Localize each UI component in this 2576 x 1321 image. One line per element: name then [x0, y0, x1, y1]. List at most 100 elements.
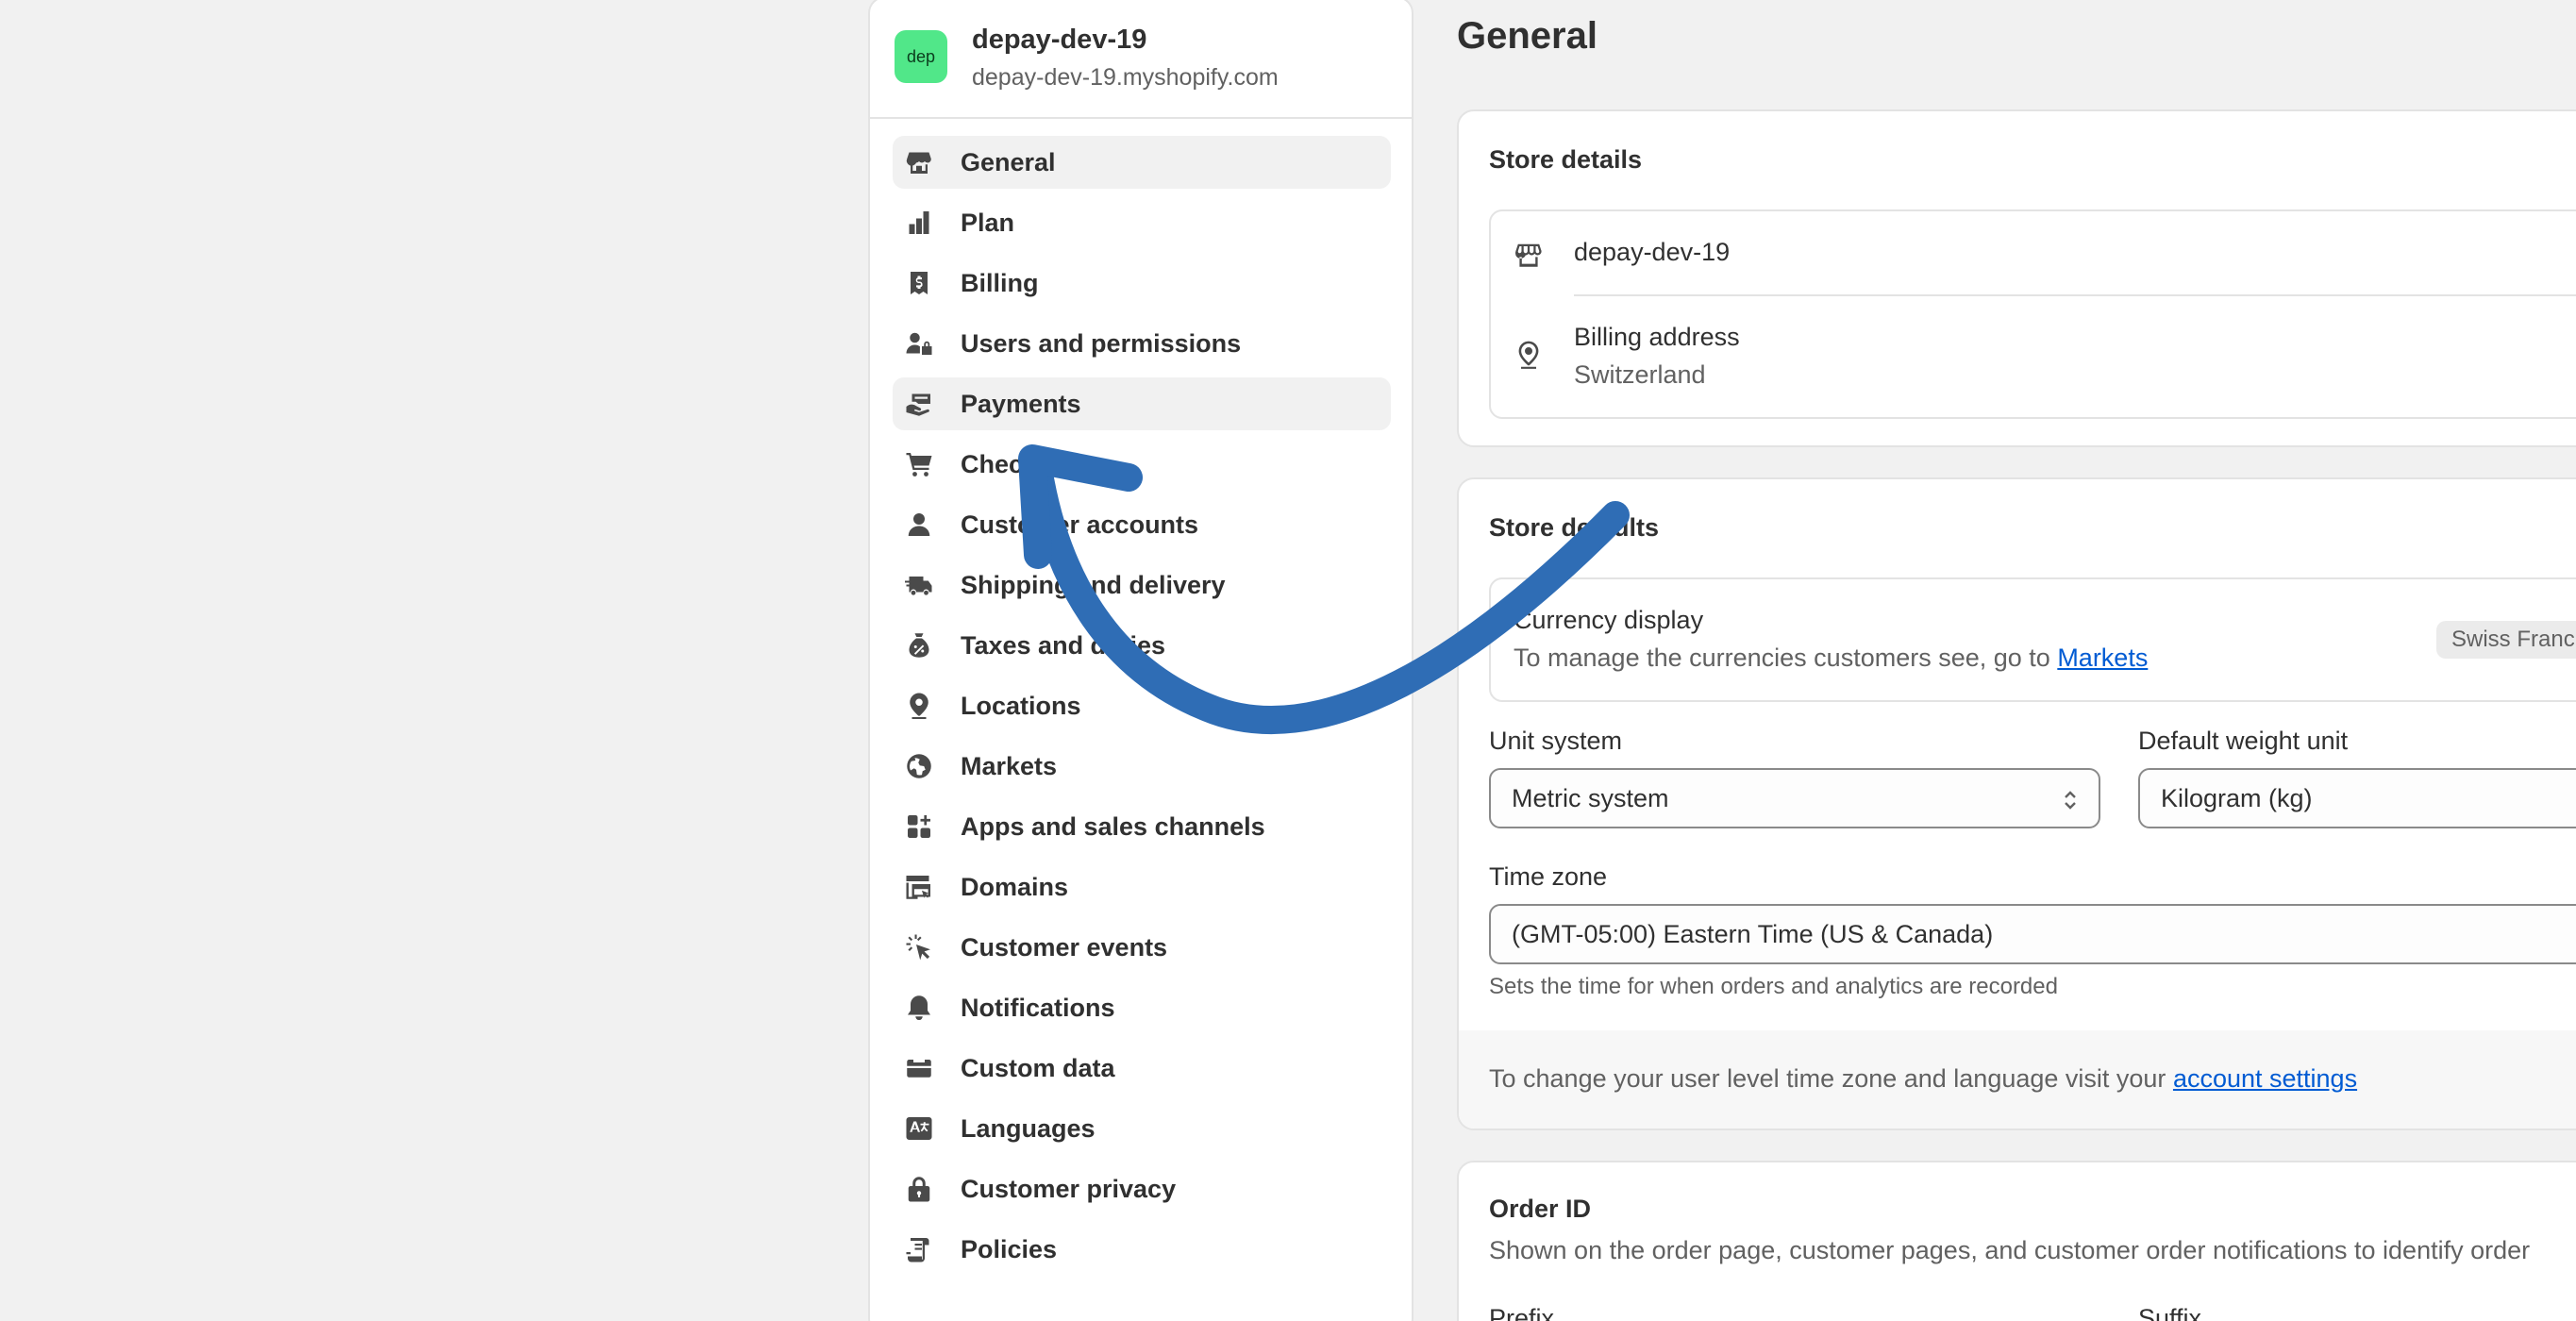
truck-icon — [904, 570, 934, 600]
nav-label: Custom data — [961, 1053, 1115, 1082]
account-settings-link[interactable]: account settings — [2173, 1064, 2357, 1093]
store-details-card: Store details depay-dev-19 Billing addre… — [1457, 109, 2576, 447]
store-defaults-card: Store defaults Currency display To manag… — [1457, 477, 2576, 1130]
currency-desc-text: To manage the currencies customers see, … — [1514, 644, 2050, 672]
store-name-value: depay-dev-19 — [1574, 238, 1731, 266]
store-domain: depay-dev-19.myshopify.com — [972, 64, 1279, 91]
lock-icon — [904, 1174, 934, 1204]
unit-system-select[interactable]: Metric system — [1489, 768, 2100, 828]
nav-label: Checkout — [961, 449, 1078, 478]
domains-icon — [904, 872, 934, 902]
nav-label: Customer events — [961, 932, 1168, 961]
store-avatar[interactable]: dep — [895, 30, 947, 83]
time-zone-value: (GMT-05:00) Eastern Time (US & Canada) — [1512, 919, 1994, 948]
weight-unit-label: Default weight unit — [2138, 727, 2349, 755]
nav-label: Billing — [961, 268, 1039, 297]
nav-item-shipping[interactable]: Shipping and delivery — [893, 559, 1391, 611]
location-pin-icon — [1514, 340, 1544, 370]
receipt-dollar-icon — [904, 268, 934, 298]
nav-item-domains[interactable]: Domains — [893, 861, 1391, 913]
currency-display-label: Currency display — [1514, 606, 1704, 634]
bell-icon — [904, 993, 934, 1023]
database-icon — [904, 1053, 934, 1083]
location-pin-icon — [904, 691, 934, 721]
settings-sidebar: dep depay-dev-19 depay-dev-19.myshopify.… — [868, 0, 1413, 1321]
nav-item-billing[interactable]: Billing — [893, 257, 1391, 309]
prefix-label: Prefix — [1489, 1304, 1555, 1321]
policy-scroll-icon — [904, 1234, 934, 1264]
select-chevron-icon — [2061, 787, 2080, 813]
time-zone-help: Sets the time for when orders and analyt… — [1489, 974, 2058, 999]
nav-label: Customer accounts — [961, 510, 1199, 539]
store-details-title: Store details — [1489, 145, 1643, 174]
apps-icon — [904, 811, 934, 842]
cart-icon — [904, 449, 934, 479]
unit-system-value: Metric system — [1512, 783, 1669, 812]
billing-address-label: Billing address — [1574, 323, 1740, 351]
footer-note: To change your user level time zone and … — [1489, 1064, 2357, 1094]
nav-item-locations[interactable]: Locations — [893, 679, 1391, 732]
currency-badge: Swiss Franc — [2436, 621, 2576, 659]
nav-label: General — [961, 147, 1056, 176]
nav-item-apps[interactable]: Apps and sales channels — [893, 800, 1391, 853]
weight-unit-select[interactable]: Kilogram (kg) — [2138, 768, 2576, 828]
page-title: General — [1457, 15, 1597, 57]
globe-icon — [904, 751, 934, 781]
nav-item-policies[interactable]: Policies — [893, 1223, 1391, 1276]
nav-label: Plan — [961, 208, 1015, 237]
footer-note-text: To change your user level time zone and … — [1489, 1064, 2166, 1093]
users-lock-icon — [904, 328, 934, 359]
nav-label: Taxes and duties — [961, 630, 1166, 660]
nav-item-languages[interactable]: Languages — [893, 1102, 1391, 1155]
suffix-label: Suffix — [2138, 1304, 2202, 1321]
nav-item-notifications[interactable]: Notifications — [893, 981, 1391, 1034]
order-id-desc: Shown on the order page, customer pages,… — [1489, 1236, 2531, 1264]
nav-label: Users and permissions — [961, 328, 1242, 358]
order-id-card: Order ID Shown on the order page, custom… — [1457, 1161, 2576, 1321]
nav-item-plan[interactable]: Plan — [893, 196, 1391, 249]
billing-address-value: Switzerland — [1574, 360, 1706, 389]
nav-label: Apps and sales channels — [961, 811, 1265, 841]
nav-label: Shipping and delivery — [961, 570, 1226, 599]
nav-label: Locations — [961, 691, 1081, 720]
nav-label: Domains — [961, 872, 1069, 901]
nav-label: Languages — [961, 1113, 1096, 1143]
currency-display-box[interactable]: Currency display To manage the currencie… — [1489, 577, 2576, 702]
cursor-click-icon — [904, 932, 934, 962]
nav-label: Customer privacy — [961, 1174, 1177, 1203]
store-defaults-title: Store defaults — [1489, 513, 1660, 542]
currency-display-desc: To manage the currencies customers see, … — [1514, 644, 2148, 673]
plan-chart-icon — [904, 208, 934, 238]
translate-icon — [904, 1113, 934, 1144]
nav-item-customer-privacy[interactable]: Customer privacy — [893, 1162, 1391, 1215]
hand-card-icon — [904, 389, 934, 419]
nav-item-taxes[interactable]: Taxes and duties — [893, 619, 1391, 672]
nav-item-customer-events[interactable]: Customer events — [893, 921, 1391, 974]
markets-link[interactable]: Markets — [2057, 644, 2148, 672]
store-defaults-footer: To change your user level time zone and … — [1459, 1030, 2576, 1129]
nav-item-general[interactable]: General — [893, 136, 1391, 189]
nav-item-markets[interactable]: Markets — [893, 740, 1391, 793]
store-name: depay-dev-19 — [972, 25, 1147, 55]
nav-label: Payments — [961, 389, 1081, 418]
nav-label: Markets — [961, 751, 1058, 780]
weight-unit-value: Kilogram (kg) — [2161, 783, 2313, 812]
nav-item-customer-accounts[interactable]: Customer accounts — [893, 498, 1391, 551]
store-icon — [1514, 240, 1544, 270]
store-header[interactable]: dep depay-dev-19 depay-dev-19.myshopify.… — [870, 0, 1412, 119]
nav-label: Notifications — [961, 993, 1115, 1022]
nav-item-checkout[interactable]: Checkout — [893, 438, 1391, 491]
tax-bag-icon — [904, 630, 934, 660]
settings-nav: General Plan Billing Users and permissio… — [893, 136, 1391, 1283]
time-zone-label: Time zone — [1489, 862, 1608, 891]
nav-item-custom-data[interactable]: Custom data — [893, 1042, 1391, 1095]
store-icon — [904, 147, 934, 177]
row-divider — [1574, 294, 2576, 296]
nav-item-users[interactable]: Users and permissions — [893, 317, 1391, 370]
store-details-box[interactable]: depay-dev-19 Billing address Switzerland — [1489, 209, 2576, 419]
unit-system-label: Unit system — [1489, 727, 1623, 755]
time-zone-select[interactable]: (GMT-05:00) Eastern Time (US & Canada) — [1489, 904, 2576, 964]
nav-item-payments[interactable]: Payments — [893, 377, 1391, 430]
person-icon — [904, 510, 934, 540]
order-id-title: Order ID — [1489, 1195, 1592, 1223]
